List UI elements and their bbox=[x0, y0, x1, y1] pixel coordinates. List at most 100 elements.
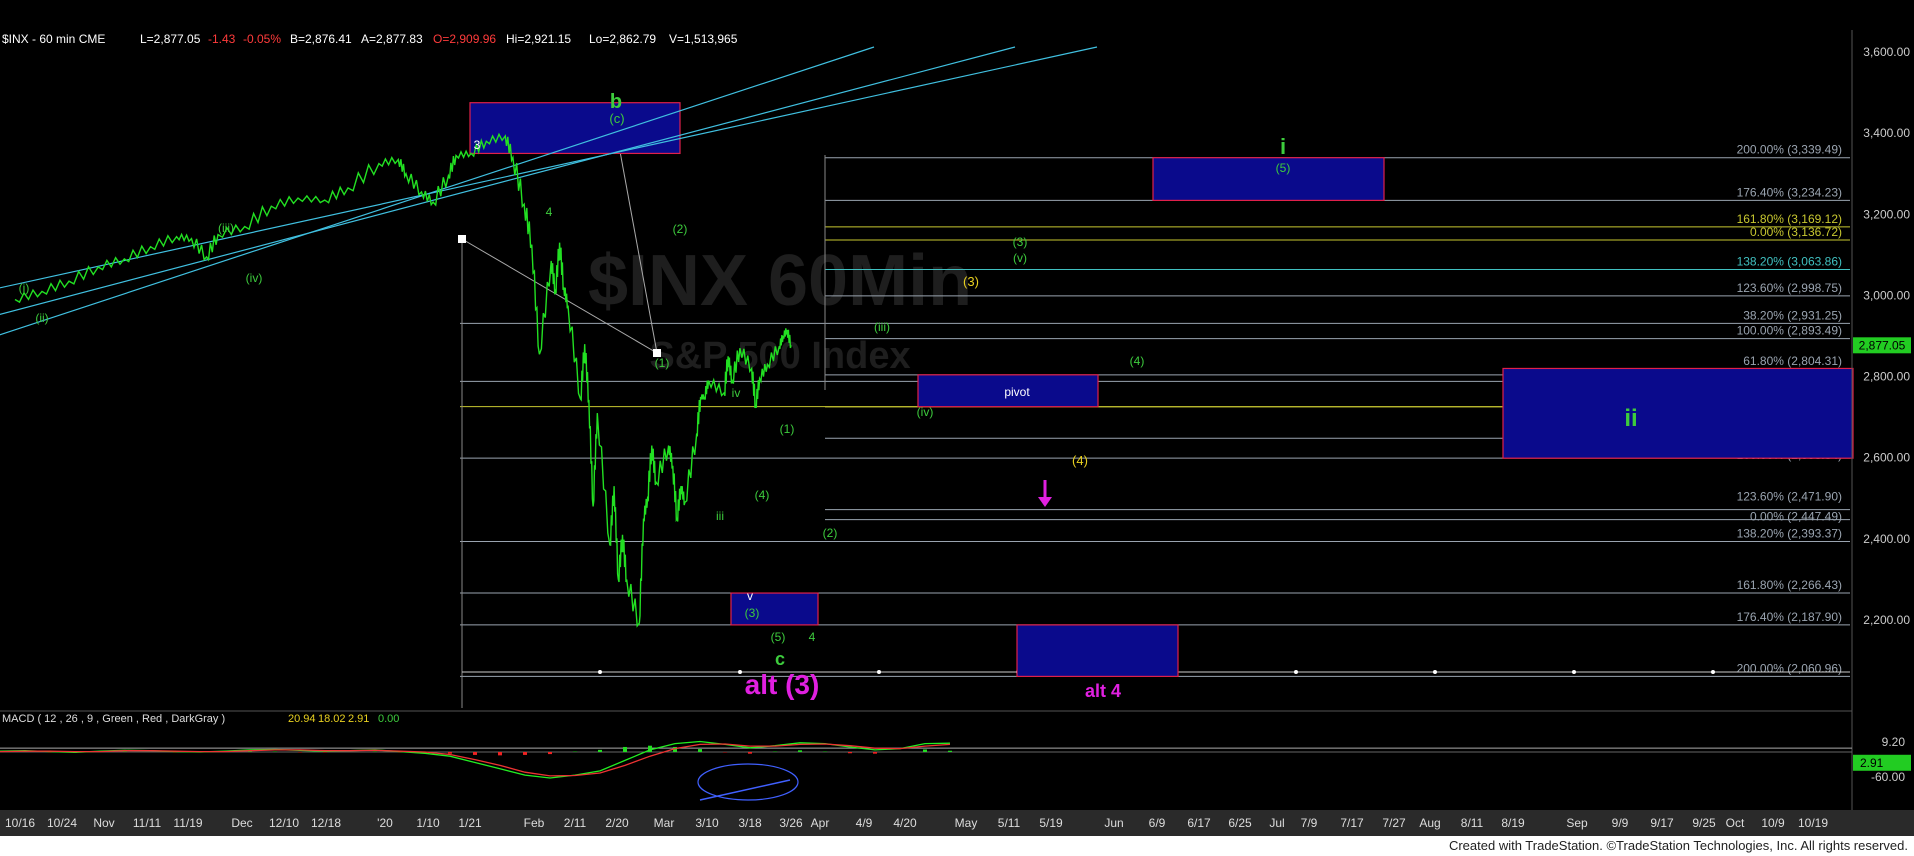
fib-label: 161.80% (2,266.43) bbox=[1737, 578, 1842, 592]
watermark: $INX 60MinS&P 500 Index bbox=[588, 241, 972, 377]
baseline-dot bbox=[877, 670, 881, 674]
header-field: V=1,513,965 bbox=[669, 32, 738, 46]
time-tick: Feb bbox=[524, 816, 545, 830]
time-tick: 3/10 bbox=[695, 816, 719, 830]
macd-legend-value: 20.94 bbox=[288, 713, 316, 725]
time-tick: Nov bbox=[93, 816, 114, 830]
time-tick: 11/19 bbox=[173, 816, 202, 830]
macd-legend-value: 18.02 bbox=[318, 713, 346, 725]
wave-label: iv bbox=[732, 386, 741, 400]
time-tick: 4/20 bbox=[893, 816, 917, 830]
wave-label: (1) bbox=[655, 356, 670, 370]
fib-label: 0.00% (3,136.72) bbox=[1750, 225, 1842, 239]
pivot-marker bbox=[458, 235, 466, 243]
header-field: -1.43 bbox=[208, 32, 236, 46]
wave-label: (4) bbox=[1130, 354, 1145, 368]
time-tick: 5/11 bbox=[998, 816, 1021, 830]
price-axis[interactable]: 3,600.00 3,400.00 3,200.00 3,000.00 2,800.00… bbox=[1851, 30, 1911, 820]
wave-label: ii bbox=[1624, 405, 1637, 432]
time-tick: Oct bbox=[1726, 816, 1745, 830]
fib-label: 138.20% (3,063.86) bbox=[1737, 255, 1842, 269]
time-tick: 11/11 bbox=[133, 816, 162, 830]
macd-histogram-bar bbox=[798, 750, 802, 752]
time-tick: 6/9 bbox=[1149, 816, 1166, 830]
fib-label: 123.60% (2,998.75) bbox=[1737, 281, 1842, 295]
fib-label: 138.20% (2,393.37) bbox=[1737, 527, 1842, 541]
wave-label: (4) bbox=[1072, 453, 1088, 468]
baseline-dot bbox=[1433, 670, 1437, 674]
wave-label: alt (3) bbox=[745, 669, 820, 700]
time-tick: 10/19 bbox=[1798, 816, 1828, 830]
time-tick: 9/17 bbox=[1650, 816, 1674, 830]
time-tick: 12/10 bbox=[269, 816, 299, 830]
footer-bar: Created with TradeStation. ©TradeStation… bbox=[0, 836, 1914, 856]
macd-histogram-bar bbox=[623, 746, 627, 752]
time-tick: Jul bbox=[1269, 816, 1284, 830]
fib-label: 61.80% (2,804.31) bbox=[1743, 354, 1842, 368]
time-tick: 1/21 bbox=[458, 816, 482, 830]
wave-label: (2) bbox=[823, 526, 838, 540]
wave-label: 4 bbox=[809, 630, 816, 644]
header-field: O=2,909.96 bbox=[433, 32, 496, 46]
macd-histogram-bar bbox=[598, 749, 602, 752]
wave-label: (5) bbox=[771, 630, 786, 644]
fib-label: 161.80% (3,169.12) bbox=[1737, 212, 1842, 226]
time-tick: Jun bbox=[1104, 816, 1123, 830]
time-tick: 7/17 bbox=[1340, 816, 1364, 830]
macd-panel: MACD ( 12 , 26 , 9 , Green , Red , DarkG… bbox=[0, 710, 1911, 801]
chart-canvas: $INX 60MinS&P 500 Index 200.00% (3,339.4… bbox=[0, 30, 1914, 836]
macd-histogram-bar bbox=[473, 752, 477, 755]
time-tick: 2/20 bbox=[605, 816, 629, 830]
header-field: $INX - 60 min CME bbox=[2, 32, 105, 46]
wave-label: (iii) bbox=[218, 221, 234, 235]
time-tick: Mar bbox=[654, 816, 675, 830]
header-field: -0.05% bbox=[243, 32, 281, 46]
time-tick: '20 bbox=[377, 816, 393, 830]
macd-legend-value: 2.91 bbox=[348, 713, 369, 725]
wave-label: (iv) bbox=[917, 405, 934, 419]
wave-label: i bbox=[1280, 134, 1286, 159]
price-tick: 3,200.00 bbox=[1863, 207, 1910, 221]
wave-label: alt 4 bbox=[1085, 681, 1121, 701]
wave-label: 3 bbox=[474, 138, 481, 152]
wave-labels: b(c)34(i)(ii)(iii)(iv)(1)(2)iviiiv(3)(4)… bbox=[19, 91, 1638, 701]
target-box bbox=[1016, 624, 1179, 678]
price-tick: 3,000.00 bbox=[1863, 288, 1910, 302]
time-tick: Sep bbox=[1566, 816, 1588, 830]
wave-label: v bbox=[747, 589, 753, 603]
footer-credit: Created with TradeStation. ©TradeStation… bbox=[1448, 838, 1908, 853]
wave-label: c bbox=[775, 649, 785, 669]
baseline-dot bbox=[738, 670, 742, 674]
macd-histogram-bar bbox=[498, 752, 502, 756]
time-tick: 5/19 bbox=[1039, 816, 1063, 830]
time-axis[interactable]: 10/16 10/24 Nov 11/11 11/19 Dec 12/10 12/18 '20 1… bbox=[0, 810, 1914, 836]
baseline-dot bbox=[1711, 670, 1715, 674]
time-tick: 6/17 bbox=[1187, 816, 1211, 830]
baseline-dot bbox=[598, 670, 602, 674]
target-box bbox=[1502, 367, 1854, 459]
price-tick: 2,600.00 bbox=[1863, 451, 1910, 465]
watermark-title: $INX 60Min bbox=[588, 241, 972, 321]
macd-histogram-bar bbox=[523, 752, 527, 755]
time-tick: 6/25 bbox=[1228, 816, 1252, 830]
macd-tick: -60.00 bbox=[1871, 770, 1905, 784]
time-tick: 10/9 bbox=[1761, 816, 1785, 830]
price-tick: 2,800.00 bbox=[1863, 370, 1910, 384]
fib-label: 123.60% (2,471.90) bbox=[1737, 490, 1842, 504]
header-field: A=2,877.83 bbox=[361, 32, 423, 46]
last-price-label: 2,877.05 bbox=[1859, 338, 1906, 352]
baseline-dot bbox=[1572, 670, 1576, 674]
time-tick: 4/9 bbox=[856, 816, 873, 830]
header-field: Hi=2,921.15 bbox=[506, 32, 571, 46]
wave-label: (3) bbox=[963, 274, 979, 289]
wave-label: (v) bbox=[1013, 251, 1027, 265]
macd-histogram-bar bbox=[448, 752, 452, 754]
macd-value-label: 2.91 bbox=[1860, 756, 1884, 770]
wave-label: (5) bbox=[1276, 161, 1291, 175]
wave-label: (c) bbox=[609, 111, 624, 126]
macd-histogram-bar bbox=[948, 750, 952, 752]
target-boxes bbox=[469, 102, 1854, 678]
time-tick: 12/18 bbox=[311, 816, 341, 830]
wave-label: iii bbox=[716, 509, 724, 523]
wave-label: (i) bbox=[19, 281, 30, 295]
